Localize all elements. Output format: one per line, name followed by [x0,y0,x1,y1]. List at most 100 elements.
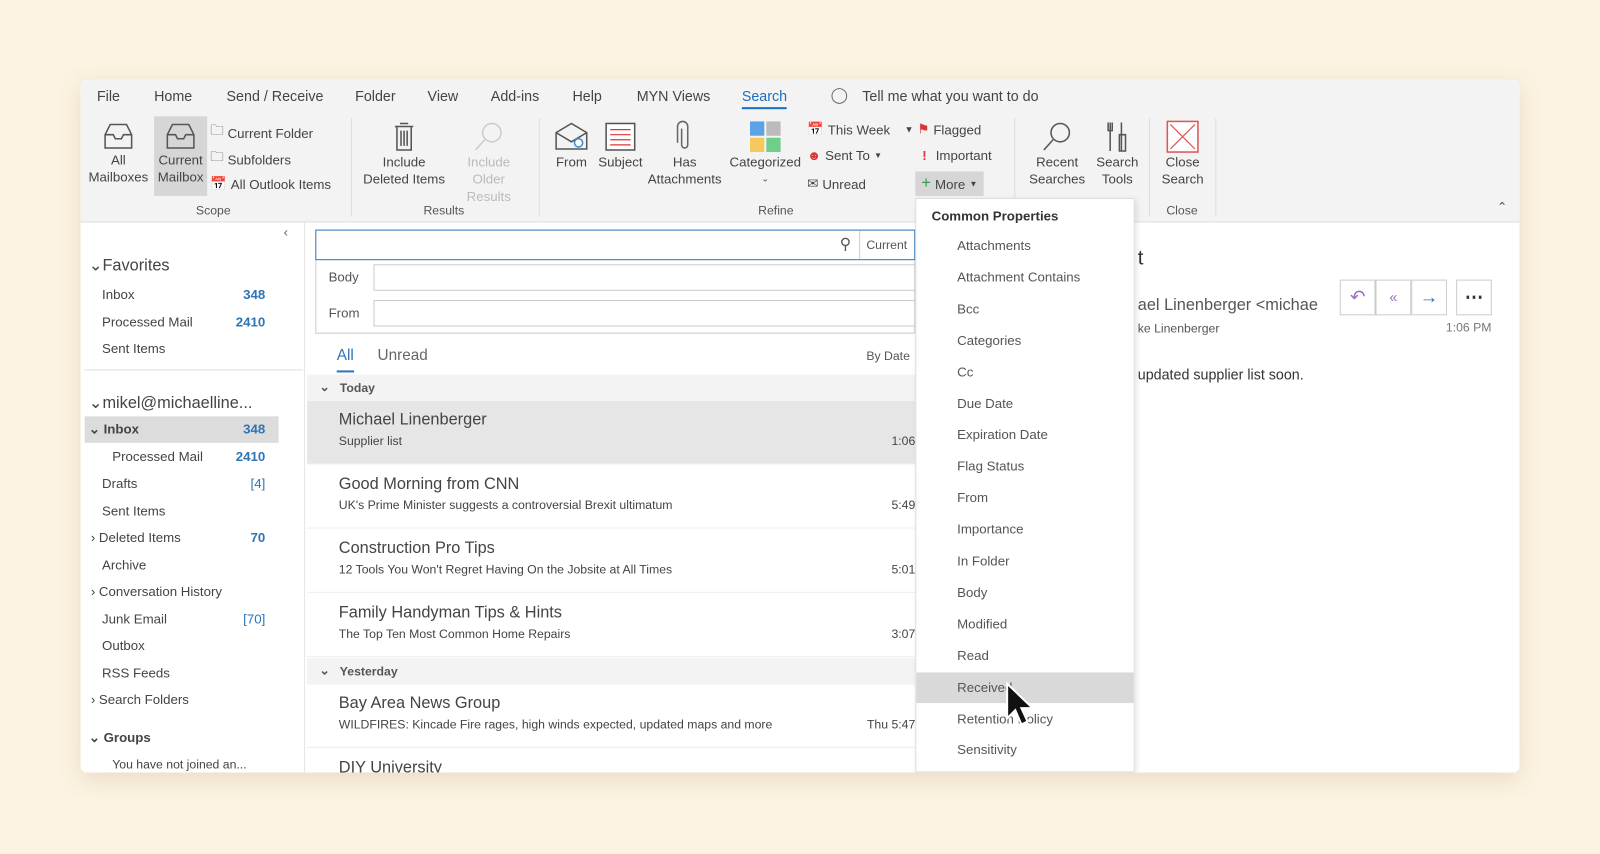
groups-header[interactable]: ⌄ Groups [89,730,151,746]
dropdown-item[interactable]: Due Date [916,388,1133,419]
person-icon: ☻ [807,147,822,164]
dropdown-item[interactable]: Bcc [916,294,1133,325]
categorized-button[interactable]: Categorized ⌄ [728,120,804,187]
group-header-today[interactable]: ⌄ Today [307,374,916,402]
lightbulb-icon: ◯ [830,86,848,105]
dropdown-item[interactable]: Read [916,640,1133,671]
email-row[interactable]: DIY University [307,749,915,772]
menu-add-ins[interactable]: Add-ins [491,88,539,104]
ellipsis-icon: ⋯ [1464,286,1484,308]
include-deleted-items-button[interactable]: Include Deleted Items [359,120,449,187]
folder-deleted-items[interactable]: › Deleted Items [91,530,181,545]
collapse-ribbon-icon[interactable]: ⌃ [1497,200,1507,214]
close-x-icon [1166,120,1199,153]
dropdown-item[interactable]: Flag Status [916,451,1133,482]
fav-sent-items[interactable]: Sent Items [102,341,165,356]
tab-unread[interactable]: Unread [378,347,428,364]
subject-filter-button[interactable]: Subject [596,120,645,170]
more-button[interactable]: + More ▼ [915,171,984,196]
separator [1148,118,1150,217]
menu-file[interactable]: File [97,88,120,104]
menu-folder[interactable]: Folder [355,88,395,104]
favorites-header[interactable]: ⌄Favorites [89,255,170,275]
flag-icon: ⚑ [917,121,930,137]
search-scope-dropdown[interactable]: Current [859,230,914,260]
menu-search[interactable]: Search [741,88,788,110]
all-mailboxes-button[interactable]: All Mailboxes [86,120,151,185]
search-input[interactable]: ⚲ Current [315,229,916,261]
account-header[interactable]: ⌄mikel@michaelline... [89,393,253,413]
tell-me-box[interactable]: Tell me what you want to do [862,88,1038,104]
dropdown-item[interactable]: Expiration Date [916,420,1133,451]
menu-help[interactable]: Help [572,88,601,104]
important-button[interactable]: ! Important [917,148,991,163]
dropdown-item[interactable]: Attachment Contains [916,262,1133,293]
search-tools-button[interactable]: Search Tools [1093,120,1142,187]
envelope-person-icon [555,122,588,150]
group-header-yesterday[interactable]: ⌄ Yesterday [307,658,916,685]
folder-processed-mail[interactable]: Processed Mail [112,449,203,464]
dropdown-item[interactable]: Categories [916,325,1133,356]
has-attachments-button[interactable]: Has Attachments [644,120,726,187]
email-row[interactable]: Good Morning from CNN UK's Prime Minister… [307,465,916,529]
flagged-button[interactable]: ⚑ Flagged [917,121,981,137]
folder-junk-email[interactable]: Junk Email [102,611,167,626]
menu-home[interactable]: Home [154,88,192,104]
dropdown-item[interactable]: Sensitivity [916,735,1133,766]
folder-pane: ‹ ⌄Favorites Inbox 348 Processed Mail 2410… [80,222,306,773]
tab-all[interactable]: All [336,347,354,373]
folder-rss-feeds[interactable]: RSS Feeds [102,665,170,680]
from-filter-button[interactable]: From [551,120,592,170]
fav-inbox[interactable]: Inbox [102,287,306,302]
current-folder-button[interactable]: 🗀 Current Folder [210,121,313,143]
inbox-tray-icon [166,123,195,149]
search-criteria-panel: Body From [315,260,917,334]
menu-send-receive[interactable]: Send / Receive [227,88,324,104]
email-row[interactable]: Bay Area News Group WILDFIRES: Kincade Fi… [307,685,916,748]
search-clock-icon [474,122,502,151]
groups-note: You have not joined an... [112,757,247,772]
recent-searches-button[interactable]: Recent Searches [1021,120,1092,187]
email-row[interactable]: Construction Pro Tips 12 Tools You Won't … [307,530,916,593]
dropdown-item[interactable]: In Folder [916,546,1133,577]
from-field[interactable] [373,299,917,327]
dropdown-item[interactable]: Attachments [916,231,1133,262]
reply-all-button[interactable]: « [1375,279,1412,316]
unread-count: 2410 [235,448,266,465]
more-actions-button[interactable]: ⋯ [1456,279,1492,316]
from-label: From [328,305,360,321]
folder-sent-items[interactable]: Sent Items [102,503,165,518]
dropdown-item[interactable]: From [916,483,1133,514]
current-mailbox-button[interactable]: Current Mailbox [154,116,208,196]
folder-inbox[interactable]: ⌄ Inbox [89,421,139,437]
search-icon[interactable]: ⚲ [840,235,851,253]
email-row[interactable]: Michael Linenberger Supplier list 1:06 [307,401,916,465]
reply-button[interactable]: ↶ [1339,279,1376,316]
forward-icon: → [1419,286,1439,308]
menu-view[interactable]: View [428,88,459,104]
menu-myn-views[interactable]: MYN Views [637,88,711,104]
mouse-cursor-icon [1006,681,1036,726]
unread-button[interactable]: ✉ Unread [807,176,866,192]
folder-archive[interactable]: Archive [102,557,146,572]
body-field[interactable] [373,264,917,291]
this-week-button[interactable]: 📅 This Week ▼ [807,121,913,137]
close-search-button[interactable]: Close Search [1158,120,1207,187]
collapse-pane-icon[interactable]: ‹ [284,224,288,239]
unread-count: 70 [250,529,266,545]
sent-to-button[interactable]: ☻ Sent To ▼ [807,148,882,163]
folder-conversation-history[interactable]: › Conversation History [91,584,222,599]
folder-drafts[interactable]: Drafts [102,476,137,491]
fav-processed-mail[interactable]: Processed Mail [102,314,193,329]
dropdown-item[interactable]: Importance [916,514,1133,545]
email-row[interactable]: Family Handyman Tips & Hints The Top Ten … [307,594,916,658]
all-outlook-items-button[interactable]: 📅 All Outlook Items [210,176,331,192]
subfolders-button[interactable]: 🗀 Subfolders [210,148,291,170]
folder-outbox[interactable]: Outbox [102,638,145,653]
sort-by-date[interactable]: By Date [866,349,910,363]
dropdown-item[interactable]: Body [916,577,1133,608]
folder-search-folders[interactable]: › Search Folders [91,692,189,707]
forward-button[interactable]: → [1411,279,1447,316]
dropdown-item[interactable]: Cc [916,357,1133,388]
dropdown-item[interactable]: Modified [916,609,1133,640]
